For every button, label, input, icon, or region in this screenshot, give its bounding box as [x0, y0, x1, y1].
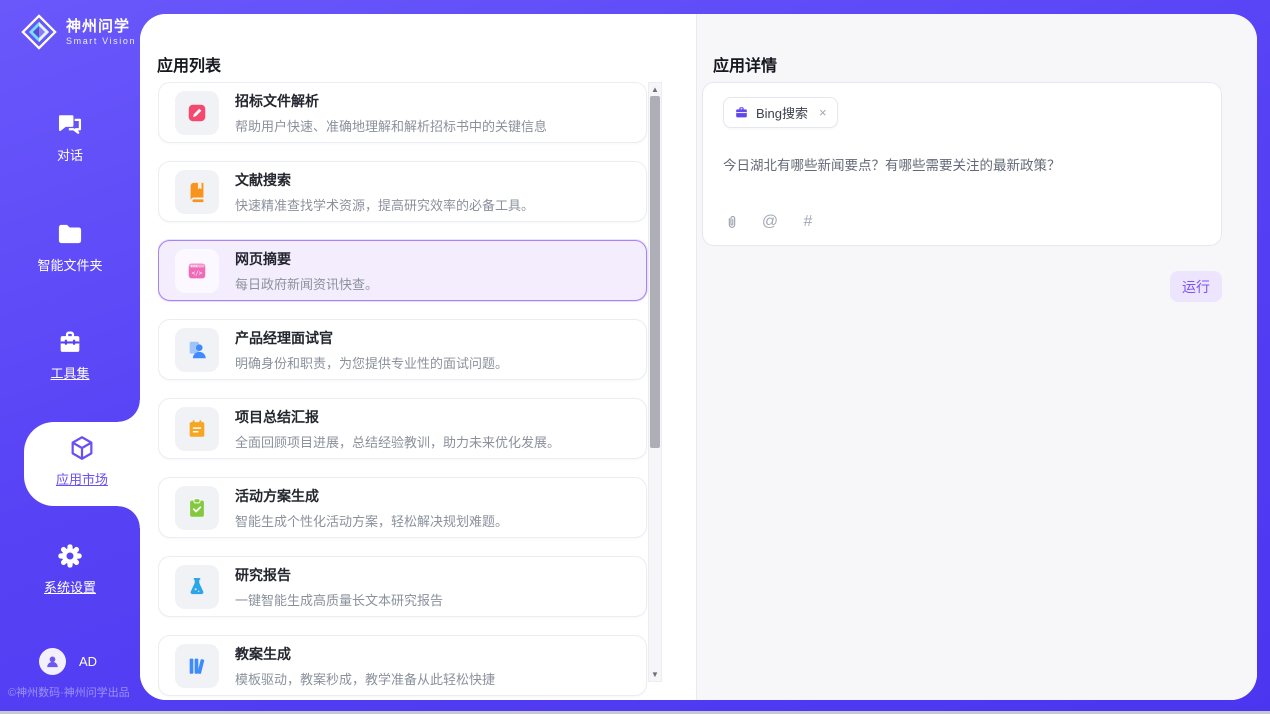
prompt-input[interactable]: 今日湖北有哪些新闻要点？有哪些需要关注的最新政策？	[723, 154, 1201, 174]
app-card-lesson-plan[interactable]: 教案生成 模板驱动，教案秒成，教学准备从此轻松快捷	[158, 635, 647, 696]
interviewer-icon	[175, 328, 219, 372]
main-content: 应用列表 招标文件解析 帮助用户快速、准确地理解和解析招标书中的关键信息 文献搜…	[140, 14, 1257, 700]
brand-diamond-icon	[20, 13, 58, 51]
clipboard-check-icon	[175, 486, 219, 530]
prompt-editor-card[interactable]: Bing搜索 × 今日湖北有哪些新闻要点？有哪些需要关注的最新政策？ @ #	[702, 82, 1222, 246]
gear-icon	[56, 542, 84, 570]
app-card-title: 研究报告	[235, 565, 443, 585]
brand-text: 神州问学 Smart Vision	[66, 18, 136, 45]
run-button[interactable]: 运行	[1170, 271, 1222, 302]
app-logo: 神州问学 Smart Vision	[20, 13, 136, 51]
sidebar: 神州问学 Smart Vision 对话 智能文件夹 工具集	[0, 0, 140, 711]
folder-icon	[56, 220, 84, 248]
app-list-title: 应用列表	[157, 52, 221, 76]
chip-close-icon[interactable]: ×	[819, 106, 827, 119]
app-card-list: 招标文件解析 帮助用户快速、准确地理解和解析招标书中的关键信息 文献搜索 快速精…	[158, 82, 648, 700]
app-card-title: 产品经理面试官	[235, 328, 508, 348]
app-card-desc: 明确身份和职责，为您提供专业性的面试问题。	[235, 353, 508, 372]
scrollbar-thumb[interactable]	[650, 96, 660, 448]
sidebar-item-label: 系统设置	[44, 577, 96, 596]
browser-code-icon: </>	[175, 249, 219, 293]
app-detail-title: 应用详情	[713, 52, 777, 76]
app-card-project-summary[interactable]: 项目总结汇报 全面回顾项目进展，总结经验教训，助力未来优化发展。	[158, 398, 647, 459]
app-card-research-report[interactable]: 研究报告 一键智能生成高质量长文本研究报告	[158, 556, 647, 617]
sidebar-item-toolset[interactable]: 工具集	[0, 328, 140, 382]
sidebar-item-settings[interactable]: 系统设置	[0, 542, 140, 596]
app-card-desc: 帮助用户快速、准确地理解和解析招标书中的关键信息	[235, 116, 547, 135]
books-icon	[175, 644, 219, 688]
tool-chip-bing-search[interactable]: Bing搜索 ×	[723, 97, 838, 128]
edit-document-icon	[175, 91, 219, 135]
app-card-title: 网页摘要	[235, 249, 378, 269]
sidebar-item-label: 应用市场	[56, 469, 108, 488]
hashtag-icon[interactable]: #	[799, 213, 817, 231]
mention-icon[interactable]: @	[761, 213, 779, 231]
user-account[interactable]: AD	[39, 648, 97, 675]
app-card-desc: 一键智能生成高质量长文本研究报告	[235, 590, 443, 609]
composer-toolbar: @ #	[723, 213, 817, 231]
app-card-desc: 每日政府新闻资讯快查。	[235, 274, 378, 293]
chat-icon	[56, 110, 84, 138]
app-card-pm-interviewer[interactable]: 产品经理面试官 明确身份和职责，为您提供专业性的面试问题。	[158, 319, 647, 380]
sidebar-item-smart-folder[interactable]: 智能文件夹	[0, 220, 140, 274]
app-card-web-summary[interactable]: </> 网页摘要 每日政府新闻资讯快查。	[158, 240, 647, 301]
sidebar-item-label: 对话	[57, 145, 83, 164]
avatar	[39, 648, 66, 675]
app-card-event-plan[interactable]: 活动方案生成 智能生成个性化活动方案，轻松解决规划难题。	[158, 477, 647, 538]
app-card-title: 项目总结汇报	[235, 407, 560, 427]
svg-text:</>: </>	[192, 270, 203, 277]
app-card-desc: 全面回顾项目进展，总结经验教训，助力未来优化发展。	[235, 432, 560, 451]
brand-name: 神州问学	[66, 18, 136, 35]
app-card-bid-parse[interactable]: 招标文件解析 帮助用户快速、准确地理解和解析招标书中的关键信息	[158, 82, 647, 143]
sidebar-item-label: 智能文件夹	[37, 255, 102, 274]
book-icon	[175, 170, 219, 214]
briefcase-icon	[734, 105, 749, 120]
user-initials: AD	[79, 654, 97, 669]
memo-icon	[175, 407, 219, 451]
sidebar-item-chat[interactable]: 对话	[0, 110, 140, 164]
attachment-icon[interactable]	[723, 213, 741, 231]
app-card-title: 教案生成	[235, 644, 495, 664]
scroll-up-icon[interactable]: ▲	[648, 83, 662, 96]
flask-icon	[175, 565, 219, 609]
app-detail-panel: 应用详情 Bing搜索 × 今日湖北有哪些新闻要点？有哪些需要关注的最新政策？ …	[697, 14, 1257, 700]
app-list-scrollbar[interactable]: ▲ ▼	[648, 82, 662, 682]
app-card-desc: 智能生成个性化活动方案，轻松解决规划难题。	[235, 511, 508, 530]
app-card-title: 文献搜索	[235, 170, 534, 190]
sidebar-footer-credit: ©神州数码·神州问学出品	[8, 684, 130, 700]
app-list-panel: 应用列表 招标文件解析 帮助用户快速、准确地理解和解析招标书中的关键信息 文献搜…	[140, 14, 696, 700]
tool-chip-label: Bing搜索	[756, 103, 808, 122]
toolbox-icon	[56, 328, 84, 356]
sidebar-item-label: 工具集	[50, 363, 89, 382]
scroll-down-icon[interactable]: ▼	[648, 668, 662, 681]
sidebar-item-app-market[interactable]: 应用市场	[12, 434, 152, 488]
app-card-desc: 快速精准查找学术资源，提高研究效率的必备工具。	[235, 195, 534, 214]
cube-icon	[68, 434, 96, 462]
app-card-desc: 模板驱动，教案秒成，教学准备从此轻松快捷	[235, 669, 495, 688]
app-card-title: 招标文件解析	[235, 91, 547, 111]
brand-tagline: Smart Vision	[66, 36, 136, 46]
app-card-literature-search[interactable]: 文献搜索 快速精准查找学术资源，提高研究效率的必备工具。	[158, 161, 647, 222]
app-card-title: 活动方案生成	[235, 486, 508, 506]
